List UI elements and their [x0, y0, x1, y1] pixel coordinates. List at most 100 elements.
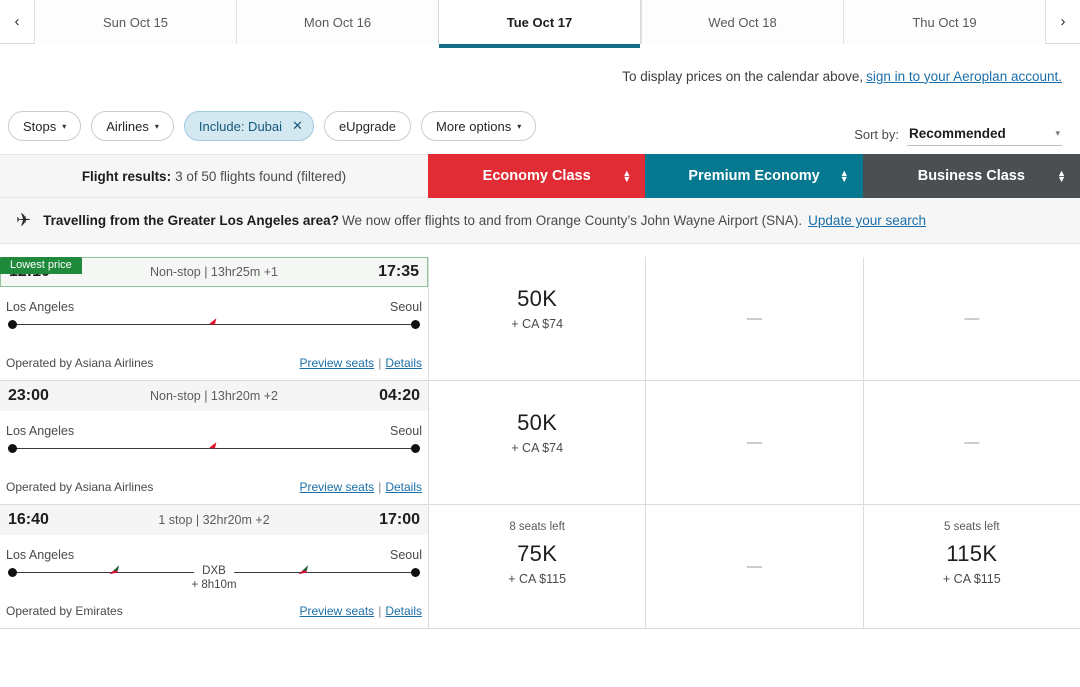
fare-points: 50K: [517, 410, 558, 435]
next-date-arrow-icon[interactable]: ›: [1046, 0, 1080, 43]
date-tab-label: Thu Oct 19: [912, 14, 977, 30]
operator-row: Operated by Asiana Airlines Preview seats…: [0, 356, 428, 380]
route-timeline: [8, 442, 420, 470]
signin-notice: To display prices on the calendar above,…: [0, 54, 1080, 98]
chevron-down-icon: ▾: [154, 122, 159, 131]
fare-unavailable: —: [746, 558, 762, 575]
details-link[interactable]: Details: [385, 356, 422, 370]
flight-duration-stops: Non-stop | 13hr25m +1: [150, 265, 278, 279]
details-link[interactable]: Details: [385, 604, 422, 618]
flight-action-links: Preview seats | Details: [299, 356, 422, 370]
destination-city: Seoul: [390, 300, 422, 314]
caret-down-icon: ▼: [1057, 174, 1066, 184]
route-timeline: DXB + 8h10m: [8, 563, 420, 594]
cabin-class-header-2[interactable]: Business Class ▲ ▼: [862, 154, 1080, 198]
origin-city: Los Angeles: [6, 548, 75, 562]
date-tab-label: Sun Oct 15: [102, 14, 169, 30]
sort-control: Sort by: Recommended ▾: [854, 126, 1062, 146]
fare-points: 50K: [517, 286, 558, 311]
date-tab-3[interactable]: Wed Oct 18: [641, 0, 843, 44]
fare-cash: + CA $115: [942, 572, 1001, 586]
cabin-class-header-0[interactable]: Economy Class ▲ ▼: [428, 154, 646, 198]
operated-by-text: Operated by Emirates: [6, 604, 123, 618]
flight-results-label: Flight results:: [81, 168, 172, 184]
carrier-logo-icon: [206, 439, 222, 455]
fare-cell-0[interactable]: 50K + CA $74: [428, 257, 645, 380]
filter-chip-2[interactable]: Include: Dubai ✕: [183, 111, 314, 141]
fare-points: 75K: [517, 541, 558, 566]
preview-seats-link[interactable]: Preview seats: [299, 356, 374, 370]
fare-cell-2: —: [862, 257, 1080, 380]
filter-chips: Stops ▾ Airlines ▾ Include: Dubai ✕ eUpgrade Mo…: [8, 111, 546, 141]
chevron-down-icon: ▾: [62, 122, 67, 131]
prev-date-arrow-icon[interactable]: ‹: [0, 0, 34, 43]
depart-time: 16:40: [8, 511, 49, 528]
date-tab-4[interactable]: Thu Oct 19: [843, 0, 1046, 44]
sort-toggle-icon[interactable]: ▲ ▼: [622, 169, 631, 184]
flight-row: 12:10Non-stop | 13hr25m +117:35Los Angel…: [0, 257, 1080, 381]
date-tab-1[interactable]: Mon Oct 16: [236, 0, 438, 44]
operated-by-text: Operated by Asiana Airlines: [6, 356, 154, 370]
preview-seats-link[interactable]: Preview seats: [299, 480, 374, 494]
filter-bar: Stops ▾ Airlines ▾ Include: Dubai ✕ eUpgrade Mo…: [0, 98, 1080, 154]
filter-chip-0[interactable]: Stops ▾: [8, 111, 82, 141]
sort-label: Sort by:: [854, 127, 899, 142]
fare-cell-2[interactable]: 5 seats left 115K + CA $115: [862, 505, 1080, 628]
fare-cell-2: —: [862, 381, 1080, 504]
preview-seats-link[interactable]: Preview seats: [299, 604, 374, 618]
results-header: Flight results: 3 of 50 flights found (f…: [0, 154, 1080, 198]
destination-city: Seoul: [390, 424, 422, 438]
cabin-class-label: Business Class: [917, 168, 1025, 184]
flight-itinerary: 23:00 Non-stop | 13hr20m +2 04:20 Los Angel…: [0, 381, 428, 504]
fare-unavailable: —: [964, 434, 980, 451]
destination-dot-icon: [411, 320, 420, 329]
sort-toggle-icon[interactable]: ▲ ▼: [839, 169, 849, 184]
filter-chip-3[interactable]: eUpgrade: [323, 111, 412, 141]
date-tab-2[interactable]: Tue Oct 17: [438, 0, 641, 48]
flight-row: 16:40 1 stop | 32hr20m +2 17:00 Los Angeles…: [0, 505, 1080, 629]
update-search-link[interactable]: Update your search: [808, 213, 926, 228]
date-tab-label: Mon Oct 16: [303, 14, 372, 30]
chevron-down-icon: ▾: [1055, 128, 1060, 138]
cabin-class-header-1[interactable]: Premium Economy ▲ ▼: [645, 154, 863, 198]
flight-duration-stops: 1 stop | 32hr20m +2: [158, 513, 270, 527]
filter-chip-1[interactable]: Airlines ▾: [91, 111, 174, 141]
flight-results-list: Lowest price12:10Non-stop | 13hr25m +117…: [0, 257, 1080, 629]
flight-row: 23:00 Non-stop | 13hr20m +2 04:20 Los Angel…: [0, 381, 1080, 505]
date-tab-label: Tue Oct 17: [506, 14, 573, 30]
cabin-class-label: Premium Economy: [688, 168, 820, 184]
stop-airport-code: DXB: [194, 565, 234, 577]
date-tab-label: Wed Oct 18: [708, 14, 777, 30]
link-separator: |: [378, 480, 382, 494]
fare-cell-0[interactable]: 50K + CA $74: [428, 381, 645, 504]
date-tab-strip: ‹ Sun Oct 15 Mon Oct 16 Tue Oct 17 Wed Oct …: [0, 0, 1080, 48]
airport-info-banner: ✈ Travelling from the Greater Los Angele…: [0, 198, 1080, 244]
arrive-time: 04:20: [379, 387, 420, 404]
sort-select[interactable]: Recommended ▾: [907, 126, 1062, 146]
airplane-icon: ✈: [16, 210, 32, 230]
aeroplan-signin-link[interactable]: sign in to your Aeroplan account.: [866, 69, 1062, 84]
lowest-price-badge: Lowest price: [0, 257, 82, 274]
filter-chip-4[interactable]: More options ▾: [421, 111, 537, 141]
layover-duration: + 8h10m: [191, 579, 237, 591]
seats-left-label: 8 seats left: [509, 521, 565, 533]
info-banner-text: We now offer flights to and from Orange …: [341, 213, 803, 228]
depart-time: 23:00: [8, 387, 49, 404]
close-icon[interactable]: ✕: [292, 118, 303, 134]
carrier-logo-icon: [296, 563, 312, 579]
operator-row: Operated by Emirates Preview seats | Detail…: [0, 604, 428, 628]
fare-cash: + CA $74: [511, 317, 564, 331]
filter-chip-label: More options: [436, 118, 512, 134]
flight-action-links: Preview seats | Details: [299, 480, 422, 494]
origin-dot-icon: [8, 568, 17, 577]
fare-cell-0[interactable]: 8 seats left 75K + CA $115: [428, 505, 645, 628]
details-link[interactable]: Details: [385, 480, 422, 494]
origin-city: Los Angeles: [6, 300, 75, 314]
date-tab-0[interactable]: Sun Oct 15: [34, 0, 236, 44]
sort-toggle-icon[interactable]: ▲ ▼: [1057, 169, 1066, 184]
operator-row: Operated by Asiana Airlines Preview seats…: [0, 480, 428, 504]
flight-results-summary: Flight results: 3 of 50 flights found (f…: [0, 154, 428, 198]
caret-down-icon: ▼: [839, 174, 849, 184]
info-banner-heading: Travelling from the Greater Los Angeles …: [43, 213, 339, 228]
fare-cash: + CA $74: [511, 441, 564, 455]
